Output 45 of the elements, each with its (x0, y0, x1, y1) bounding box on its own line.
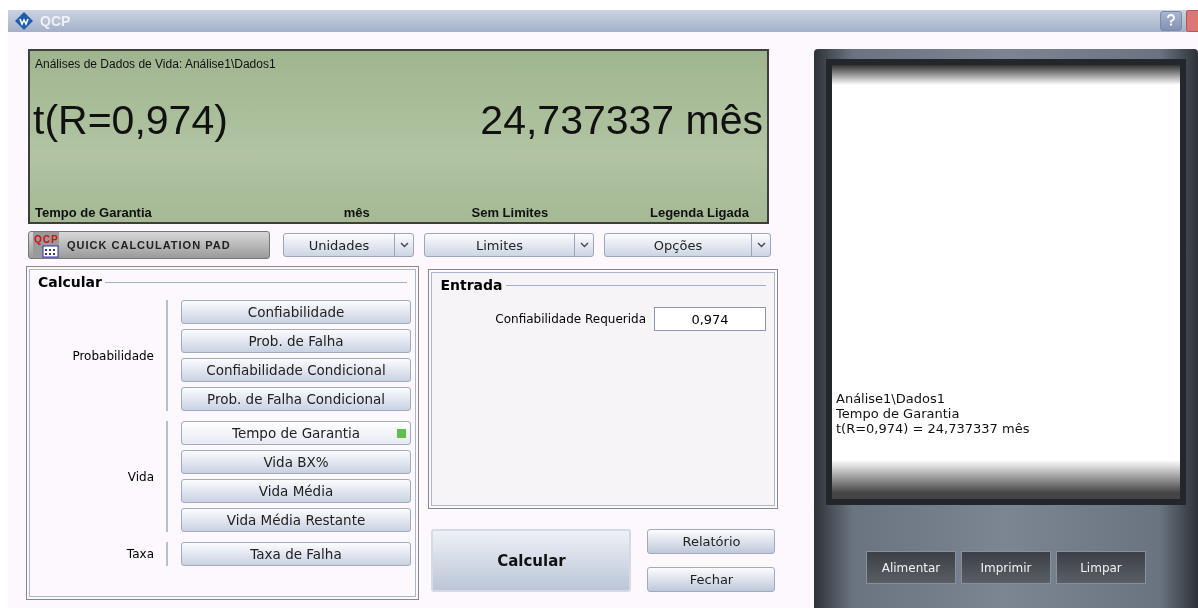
calculation-button[interactable]: Confiabilidade Condicional (181, 358, 411, 382)
dropdown[interactable]: Opções (604, 233, 771, 257)
group-title: Entrada (440, 277, 503, 293)
group-label: Vida (126, 469, 155, 484)
printout-line: Tempo de Garantia (836, 406, 961, 421)
printout-line: Análise1\Dados1 (836, 391, 946, 406)
selected-indicator (397, 429, 406, 438)
display-header: Análises de Dados de Vida: Análise1\Dados1 (34, 56, 277, 71)
action-button[interactable]: Fechar (647, 567, 776, 592)
calculation-button[interactable]: Vida Média (181, 479, 411, 503)
printer-button[interactable]: Limpar (1056, 551, 1146, 584)
result-value: 24,737337 mês (480, 97, 763, 144)
caret-icon (756, 242, 766, 248)
help-icon (1166, 13, 1176, 26)
dropdown[interactable]: Limites (424, 233, 594, 257)
calculate-button[interactable]: Calcular (431, 529, 632, 592)
calculation-button[interactable]: Confiabilidade (181, 300, 411, 324)
printer-button[interactable]: Alimentar (866, 551, 956, 584)
calculation-button[interactable]: Prob. de Falha Condicional (181, 387, 411, 411)
diamond-icon (14, 11, 34, 31)
calculation-button[interactable]: Vida BX% (181, 450, 411, 474)
calculator-icon: QCP (33, 232, 59, 258)
group-label: Taxa (125, 547, 155, 561)
window-title: QCP (40, 13, 72, 29)
action-button[interactable]: Relatório (647, 529, 776, 554)
field-label: Confiabilidade Requerida (495, 312, 646, 326)
dropdown[interactable]: Unidades (283, 233, 414, 257)
input-field[interactable]: 0,974 (654, 307, 766, 331)
calculation-button[interactable]: Tempo de Garantia (181, 421, 411, 445)
group-label: Probabilidade (71, 348, 155, 363)
calculation-button[interactable]: Taxa de Falha (181, 542, 411, 566)
display-footer-text: Tempo de Garantia (35, 205, 152, 220)
calculation-button[interactable]: Vida Média Restante (181, 508, 411, 532)
result-label: t(R=0,974) (33, 97, 228, 144)
group-title: Calcular (38, 274, 102, 290)
calculation-button[interactable]: Prob. de Falha (181, 329, 411, 353)
display-footer-text: mês (343, 205, 370, 220)
caret-icon (399, 242, 409, 248)
printer-button[interactable]: Imprimir (961, 551, 1051, 584)
caret-icon (579, 242, 589, 248)
help-button[interactable] (1160, 11, 1182, 31)
quick-calculation-button[interactable]: QCP QUICK CALCULATION PAD (28, 231, 270, 259)
display-footer-text: Legenda Ligada (650, 205, 749, 220)
printout-line: t(R=0,974) = 24,737337 mês (836, 421, 1031, 436)
display-footer-text: Sem Limites (471, 205, 549, 220)
